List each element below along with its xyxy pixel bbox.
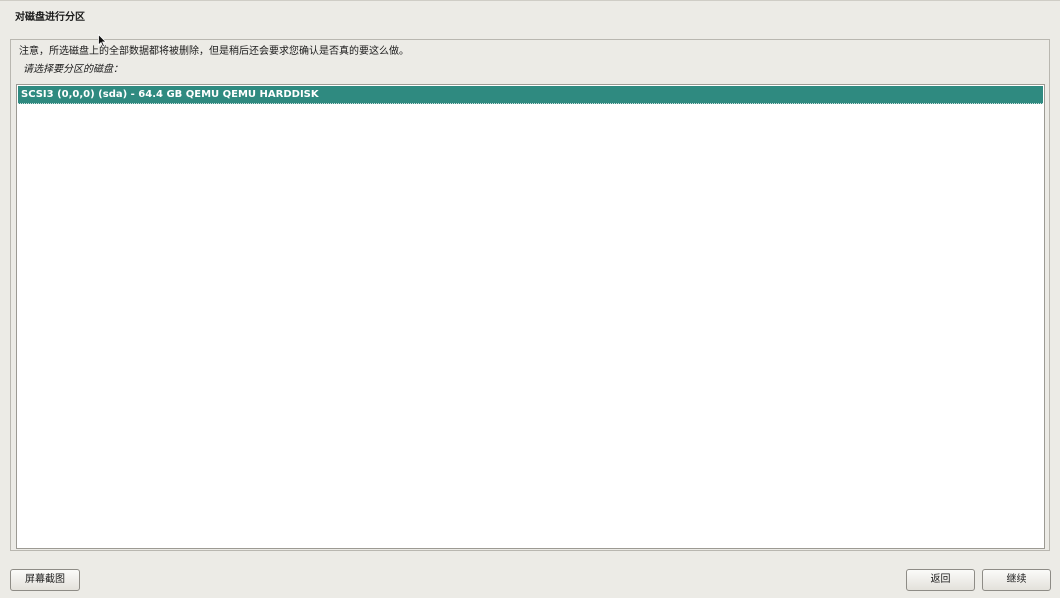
disk-item-sda[interactable]: SCSI3 (0,0,0) (sda) - 64.4 GB QEMU QEMU … [18,86,1043,104]
disk-prompt: 请选择要分区的磁盘： [23,64,123,75]
warning-text: 注意，所选磁盘上的全部数据都将被删除，但是稍后还会要求您确认是否真的要这么做。 [19,46,409,57]
top-divider [0,0,1060,1]
content-frame: 注意，所选磁盘上的全部数据都将被删除，但是稍后还会要求您确认是否真的要这么做。 … [10,39,1050,551]
disk-list[interactable]: SCSI3 (0,0,0) (sda) - 64.4 GB QEMU QEMU … [16,84,1045,549]
screenshot-button[interactable]: 屏幕截图 [10,569,80,591]
back-button[interactable]: 返回 [906,569,975,591]
mouse-pointer-icon [98,34,107,48]
page-title: 对磁盘进行分区 [15,12,85,23]
continue-button[interactable]: 继续 [982,569,1051,591]
